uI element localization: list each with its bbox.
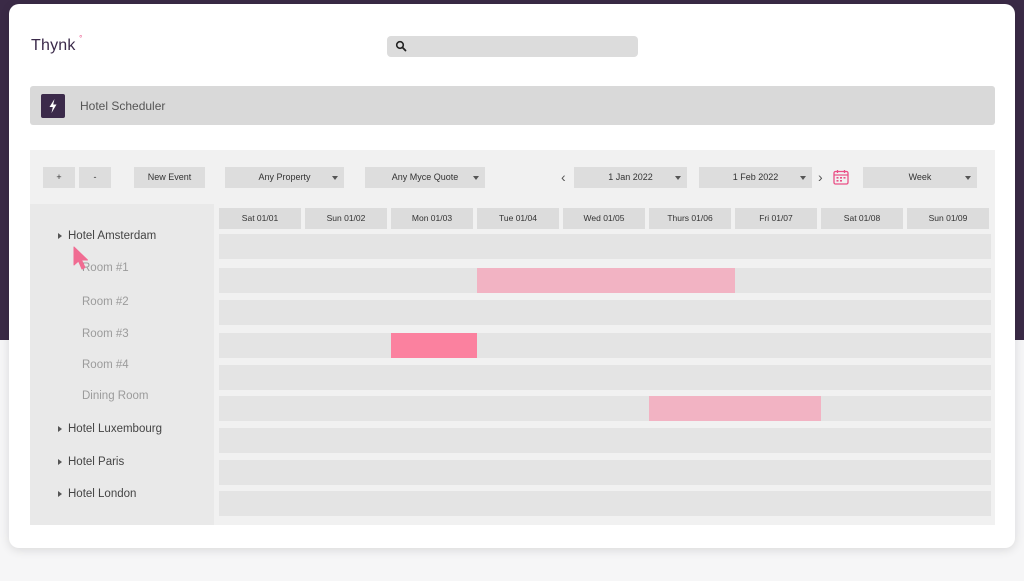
start-date-value: 1 Jan 2022	[608, 172, 653, 182]
expand-arrow-icon[interactable]	[58, 459, 62, 465]
schedule-lane[interactable]	[219, 333, 991, 358]
schedule-lane[interactable]	[219, 460, 991, 485]
tree-item-room[interactable]: Room #2	[30, 291, 214, 313]
quote-filter-value: Any Myce Quote	[391, 172, 459, 182]
schedule-lane[interactable]	[219, 491, 991, 516]
logo-text: Thynk	[31, 37, 76, 54]
scheduler-panel: + - New Event Any Property Any Myce Quot…	[30, 150, 995, 525]
chevron-down-icon	[332, 176, 338, 180]
day-header: Sat 01/08	[821, 208, 903, 229]
property-filter-value: Any Property	[258, 172, 311, 182]
day-header: Sat 01/01	[219, 208, 301, 229]
start-date-select[interactable]: 1 Jan 2022	[574, 167, 687, 188]
event-bar[interactable]	[649, 396, 821, 421]
page-title: Hotel Scheduler	[80, 99, 166, 113]
logo-mark: °	[79, 34, 83, 43]
scheduler-header: Hotel Scheduler	[30, 86, 995, 125]
tree-item-hotel[interactable]: Hotel Amsterdam	[30, 225, 214, 247]
tree-item-room[interactable]: Room #4	[30, 354, 214, 376]
property-filter-select[interactable]: Any Property	[225, 167, 344, 188]
next-period-button[interactable]: ›	[818, 170, 823, 184]
day-header: Thurs 01/06	[649, 208, 731, 229]
search-icon	[395, 40, 407, 52]
tree-item-label: Dining Room	[82, 390, 149, 402]
tree-item-hotel[interactable]: Hotel Luxembourg	[30, 418, 214, 440]
day-header: Sun 01/09	[907, 208, 989, 229]
day-header: Sun 01/02	[305, 208, 387, 229]
chevron-down-icon	[473, 176, 479, 180]
chevron-down-icon	[800, 176, 806, 180]
schedule-lane[interactable]	[219, 396, 991, 421]
event-bar[interactable]	[477, 268, 735, 293]
tree-item-label: Hotel Amsterdam	[68, 230, 157, 242]
zoom-in-button[interactable]: +	[43, 167, 75, 188]
tree-item-room[interactable]: Room #1	[30, 257, 214, 279]
tree-item-label: Hotel Paris	[68, 456, 125, 468]
expand-arrow-icon[interactable]	[58, 233, 62, 239]
tree-item-label: Room #2	[82, 296, 129, 308]
prev-period-button[interactable]: ‹	[561, 170, 566, 184]
tree-item-label: Room #3	[82, 328, 129, 340]
mouse-pointer-icon	[73, 246, 88, 270]
schedule-lane[interactable]	[219, 365, 991, 390]
end-date-value: 1 Feb 2022	[732, 172, 779, 182]
chevron-down-icon	[675, 176, 681, 180]
view-mode-value: Week	[908, 172, 932, 182]
schedule-lane[interactable]	[219, 234, 991, 259]
search-bar[interactable]	[387, 36, 638, 57]
schedule-lane[interactable]	[219, 428, 991, 453]
chevron-down-icon	[965, 176, 971, 180]
new-event-button[interactable]: New Event	[134, 167, 205, 188]
day-header: Tue 01/04	[477, 208, 559, 229]
tree-item-room[interactable]: Dining Room	[30, 385, 214, 407]
tree-item-room[interactable]: Room #3	[30, 323, 214, 345]
event-bar[interactable]	[391, 333, 477, 358]
expand-arrow-icon[interactable]	[58, 426, 62, 432]
app-card: Thynk ° Hotel Scheduler + - New Event Any…	[9, 4, 1015, 548]
view-mode-select[interactable]: Week	[863, 167, 977, 188]
end-date-select[interactable]: 1 Feb 2022	[699, 167, 812, 188]
bolt-icon	[41, 94, 65, 118]
tree-item-label: Hotel London	[68, 488, 137, 500]
tree-item-hotel[interactable]: Hotel London	[30, 483, 214, 505]
tree-item-hotel[interactable]: Hotel Paris	[30, 451, 214, 473]
tree-item-label: Room #4	[82, 359, 129, 371]
schedule-lane[interactable]	[219, 300, 991, 325]
expand-arrow-icon[interactable]	[58, 491, 62, 497]
tree-item-label: Hotel Luxembourg	[68, 423, 162, 435]
zoom-out-button[interactable]: -	[79, 167, 111, 188]
calendar-icon[interactable]	[833, 169, 849, 185]
search-input[interactable]	[411, 36, 631, 57]
day-header: Fri 01/07	[735, 208, 817, 229]
quote-filter-select[interactable]: Any Myce Quote	[365, 167, 485, 188]
app-logo: Thynk °	[31, 34, 82, 55]
day-header: Wed 01/05	[563, 208, 645, 229]
day-header: Mon 01/03	[391, 208, 473, 229]
